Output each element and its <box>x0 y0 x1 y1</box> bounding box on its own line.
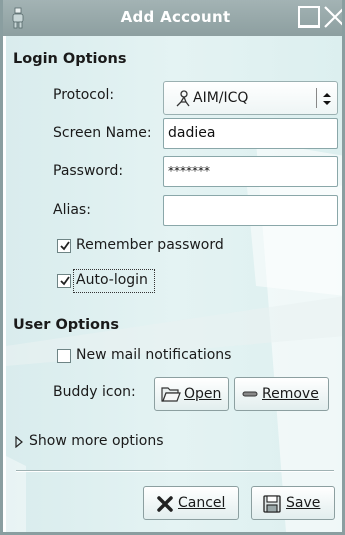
new-mail-checkbox[interactable] <box>57 349 71 363</box>
open-button[interactable]: Open <box>154 377 229 411</box>
save-button-label: Save <box>286 495 321 511</box>
remember-password-label[interactable]: Remember password <box>76 237 224 253</box>
screen-name-input[interactable]: dadiea <box>163 118 338 149</box>
checkmark-icon <box>60 241 70 251</box>
cancel-button-label: Cancel <box>178 495 226 511</box>
add-account-window: Add Account Login Options Protocol: AIM/… <box>0 0 345 535</box>
protocol-label: Protocol: <box>53 87 115 103</box>
show-more-options-expander[interactable]: Show more options <box>29 433 164 449</box>
auto-login-label[interactable]: Auto-login <box>76 272 148 288</box>
window-title: Add Account <box>120 8 231 26</box>
buddy-icon-label: Buddy icon: <box>53 384 136 400</box>
aim-person-icon <box>176 90 190 107</box>
new-mail-label[interactable]: New mail notifications <box>76 347 231 363</box>
alias-label: Alias: <box>53 202 91 218</box>
screen-name-label: Screen Name: <box>53 125 152 141</box>
save-button[interactable]: Save <box>251 486 335 520</box>
alias-input[interactable] <box>163 195 338 226</box>
separator <box>16 470 334 472</box>
remove-button[interactable]: Remove <box>234 377 329 411</box>
password-label: Password: <box>53 163 124 179</box>
login-options-heading: Login Options <box>13 51 127 67</box>
auto-login-checkbox[interactable] <box>57 274 71 288</box>
remember-password-checkbox[interactable] <box>57 239 71 253</box>
checkmark-icon <box>60 276 70 286</box>
chevron-updown-icon <box>323 93 331 105</box>
save-floppy-icon <box>263 495 281 513</box>
cancel-button[interactable]: Cancel <box>143 486 239 520</box>
password-input[interactable]: ******* <box>163 156 338 187</box>
expander-triangle-icon[interactable] <box>14 436 24 448</box>
folder-open-icon <box>161 387 181 402</box>
close-button[interactable] <box>323 5 345 29</box>
combo-separator <box>316 88 317 108</box>
remove-button-label: Remove <box>262 386 319 402</box>
dialog-content: Login Options Protocol: AIM/ICQ Screen N… <box>6 36 342 532</box>
protocol-select[interactable]: AIM/ICQ <box>163 81 338 115</box>
cancel-x-icon <box>157 496 173 512</box>
protocol-value: AIM/ICQ <box>193 90 249 106</box>
user-options-heading: User Options <box>13 317 119 333</box>
open-button-label: Open <box>184 386 222 402</box>
remove-minus-icon <box>242 391 258 397</box>
minimize-button[interactable] <box>298 6 320 28</box>
title-bar[interactable]: Add Account <box>3 0 345 36</box>
